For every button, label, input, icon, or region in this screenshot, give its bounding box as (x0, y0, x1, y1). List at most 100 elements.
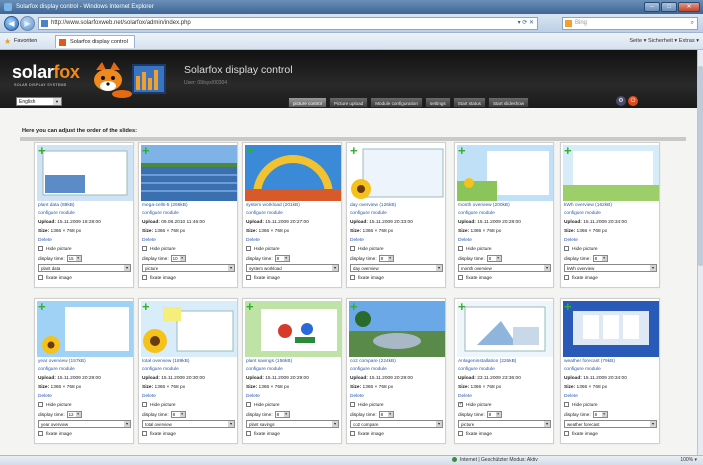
hide-picture-checkbox[interactable] (38, 402, 43, 407)
configure-module-link[interactable]: configure module (564, 211, 601, 216)
display-time-select[interactable]: 8 ▼ (486, 411, 502, 418)
hide-picture-checkbox[interactable] (458, 246, 463, 251)
slide-thumbnail[interactable]: + (245, 301, 341, 357)
plus-icon[interactable]: + (38, 145, 46, 157)
logout-icon[interactable]: ⏻ (628, 96, 638, 106)
delete-link[interactable]: Delete (458, 238, 472, 243)
nav-tab[interactable]: picture control (288, 97, 327, 108)
module-select[interactable]: co2 compare ▼ (350, 420, 443, 428)
nav-tab[interactable]: settings (424, 97, 451, 108)
slide-card[interactable]: + plant savings (156kB) configure module Up… (242, 298, 342, 444)
slide-thumbnail[interactable]: + (349, 145, 445, 201)
fixate-checkbox[interactable] (458, 275, 463, 280)
favorites-button[interactable]: Favoriten (4, 33, 37, 50)
plus-icon[interactable]: + (350, 145, 358, 157)
minimize-button[interactable]: – (644, 2, 660, 12)
module-select[interactable]: year overview ▼ (38, 420, 131, 428)
configure-module-link[interactable]: configure module (38, 367, 75, 372)
close-button[interactable]: ✕ (678, 2, 700, 12)
slide-thumbnail[interactable]: + (457, 301, 553, 357)
delete-link[interactable]: Delete (246, 238, 260, 243)
slide-name-link[interactable]: co2 compare (224kB) (350, 359, 396, 364)
hide-picture-checkbox[interactable] (246, 402, 251, 407)
slide-thumbnail[interactable]: + (37, 145, 133, 201)
slide-card[interactable]: + mega-cells-5 (296kB) configure module Upl… (138, 142, 238, 288)
slide-card[interactable]: + co2 compare (224kB) configure module Uplo… (346, 298, 446, 444)
module-select[interactable]: month overview ▼ (458, 264, 551, 272)
display-time-select[interactable]: 8 ▼ (274, 255, 290, 262)
search-icon[interactable]: ⌕ (691, 18, 694, 29)
plus-icon[interactable]: + (142, 145, 150, 157)
delete-link[interactable]: Delete (564, 394, 578, 399)
maximize-button[interactable]: □ (661, 2, 677, 12)
nav-tab[interactable]: Start status (452, 97, 486, 108)
module-select[interactable]: plant data ▼ (38, 264, 131, 272)
slide-card[interactable]: + total overview (189kB) configure module U… (138, 298, 238, 444)
slide-name-link[interactable]: weather forecast (79kB) (564, 359, 615, 364)
configure-module-link[interactable]: configure module (350, 211, 387, 216)
fixate-checkbox[interactable] (350, 275, 355, 280)
command-bar[interactable]: Seite ▾ Sicherheit ▾ Extras ▾ (629, 33, 699, 50)
forward-button[interactable]: ▶ (20, 16, 35, 31)
hide-picture-checkbox[interactable] (142, 402, 147, 407)
display-time-select[interactable]: 10 ▼ (170, 255, 186, 262)
plus-icon[interactable]: + (246, 301, 254, 313)
hide-picture-checkbox[interactable] (38, 246, 43, 251)
plus-icon[interactable]: + (38, 301, 46, 313)
nav-tab[interactable]: Start slideshow (487, 97, 530, 108)
hide-picture-checkbox[interactable] (564, 402, 569, 407)
scrollbar-thumb[interactable] (698, 66, 703, 266)
plus-icon[interactable]: + (350, 301, 358, 313)
display-time-select[interactable]: 8 ▼ (378, 255, 394, 262)
back-button[interactable]: ◀ (4, 16, 19, 31)
display-time-select[interactable]: 8 ▼ (592, 411, 608, 418)
settings-icon[interactable]: ⚙ (616, 96, 626, 106)
display-time-select[interactable]: 12 ▼ (66, 411, 82, 418)
slide-name-link[interactable]: system workload (201kB) (246, 203, 300, 208)
browser-tab[interactable]: Solarfox display control (55, 35, 135, 48)
delete-link[interactable]: Delete (458, 394, 472, 399)
slide-name-link[interactable]: day overview (126kB) (350, 203, 396, 208)
delete-link[interactable]: Delete (38, 394, 52, 399)
hide-picture-checkbox[interactable] (564, 246, 569, 251)
slide-card[interactable]: + system workload (201kB) configure module… (242, 142, 342, 288)
language-select[interactable]: English ▼ (16, 97, 62, 106)
fixate-checkbox[interactable] (246, 275, 251, 280)
plus-icon[interactable]: + (458, 145, 466, 157)
delete-link[interactable]: Delete (142, 394, 156, 399)
hide-picture-checkbox[interactable] (246, 246, 251, 251)
slide-thumbnail[interactable]: + (563, 301, 659, 357)
slide-thumbnail[interactable]: + (141, 145, 237, 201)
slide-name-link[interactable]: kWh overview (162kB) (564, 203, 612, 208)
slide-thumbnail[interactable]: + (245, 145, 341, 201)
plus-icon[interactable]: + (142, 301, 150, 313)
plus-icon[interactable]: + (564, 301, 572, 313)
slide-thumbnail[interactable]: + (563, 145, 659, 201)
fixate-checkbox[interactable] (38, 275, 43, 280)
fixate-checkbox[interactable] (246, 431, 251, 436)
configure-module-link[interactable]: configure module (38, 211, 75, 216)
slide-thumbnail[interactable]: + (457, 145, 553, 201)
module-select[interactable]: plant savings ▼ (246, 420, 339, 428)
fixate-checkbox[interactable] (142, 431, 147, 436)
slide-name-link[interactable]: mega-cells-5 (296kB) (142, 203, 188, 208)
url-field[interactable]: http://www.solarfoxweb.net/solarfox/admi… (38, 17, 538, 30)
search-field[interactable]: Bing ⌕ (562, 17, 698, 30)
display-time-select[interactable]: 15 ▼ (66, 255, 82, 262)
slide-card[interactable]: + weather forecast (79kB) configure module… (560, 298, 660, 444)
fixate-checkbox[interactable] (458, 431, 463, 436)
delete-link[interactable]: Delete (38, 238, 52, 243)
configure-module-link[interactable]: configure module (564, 367, 601, 372)
slide-name-link[interactable]: year overview (157kB) (38, 359, 86, 364)
delete-link[interactable]: Delete (350, 394, 364, 399)
plus-icon[interactable]: + (458, 301, 466, 313)
module-select[interactable]: picture ▼ (458, 420, 551, 428)
slide-name-link[interactable]: plant savings (156kB) (246, 359, 292, 364)
slide-name-link[interactable]: Anlageninstallation (226kB) (458, 359, 516, 364)
slide-card[interactable]: + kWh overview (162kB) configure module Upl… (560, 142, 660, 288)
configure-module-link[interactable]: configure module (142, 211, 179, 216)
display-time-select[interactable]: 8 ▼ (486, 255, 502, 262)
fixate-checkbox[interactable] (350, 431, 355, 436)
fixate-checkbox[interactable] (564, 275, 569, 280)
display-time-select[interactable]: 8 ▼ (274, 411, 290, 418)
